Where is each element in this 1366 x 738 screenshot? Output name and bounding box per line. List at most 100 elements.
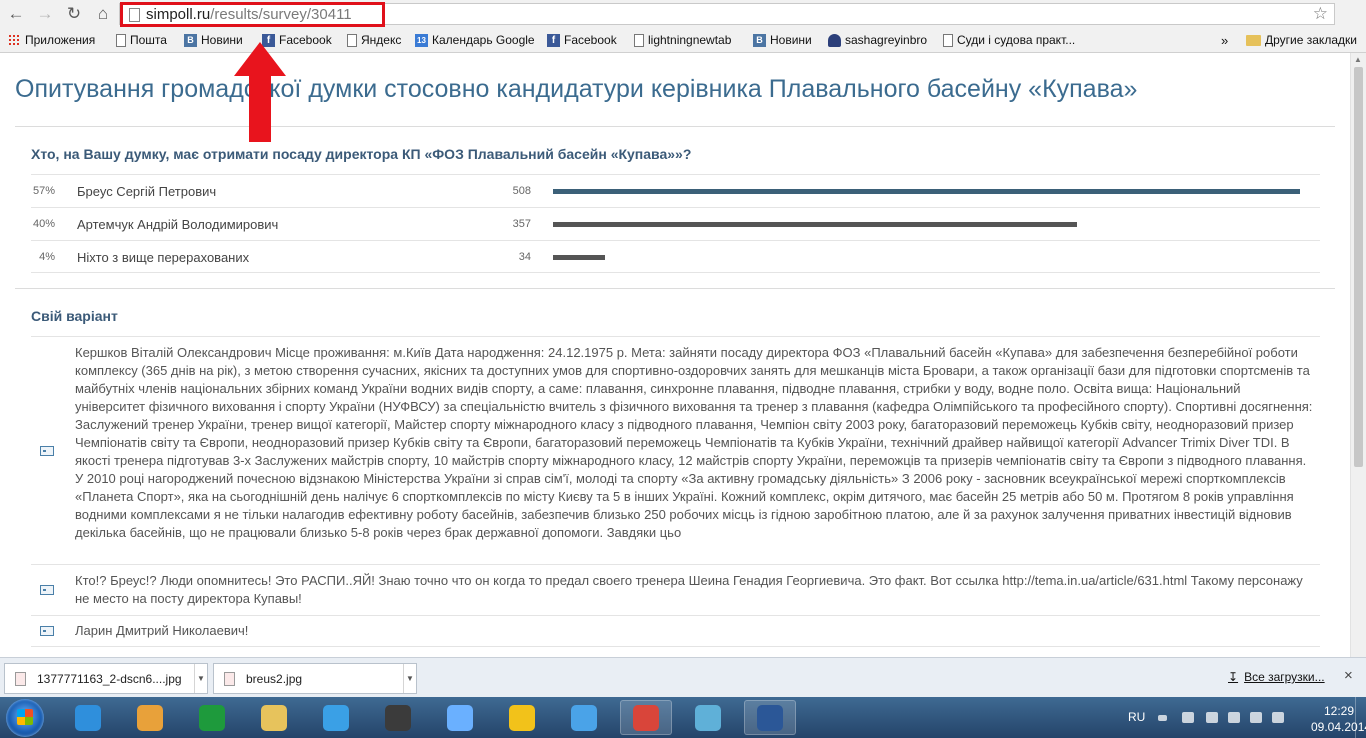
- volume-icon[interactable]: [1206, 712, 1218, 723]
- tray-display-icon[interactable]: [1182, 712, 1194, 723]
- itunes-icon: [447, 704, 473, 731]
- network-icon: [323, 704, 349, 731]
- vk-icon: B: [753, 33, 766, 47]
- answer-row: 40% Артемчук Андрій Володимирович 357: [31, 207, 1320, 240]
- file-explorer-icon: [261, 704, 287, 731]
- divider: [15, 288, 1335, 289]
- start-button[interactable]: [6, 699, 44, 737]
- page-icon: [347, 33, 357, 47]
- all-downloads-link[interactable]: ↧ Все загрузки...: [1228, 670, 1325, 684]
- facebook-icon: f: [547, 33, 560, 47]
- bookmark-item[interactable]: B Новини: [753, 33, 812, 47]
- internet-explorer-icon: [75, 704, 101, 731]
- other-bookmarks-folder[interactable]: Другие закладки: [1246, 33, 1357, 47]
- page-scrollbar[interactable]: ▲: [1350, 53, 1366, 657]
- stock-chart-app-taskbar-button[interactable]: [186, 700, 238, 735]
- media-app-taskbar-button[interactable]: [372, 700, 424, 735]
- response-text: Кто!? Бреус!? Люди опомнитесь! Это РАСПИ…: [75, 573, 1303, 606]
- answer-name: Артемчук Андрій Володимирович: [77, 217, 279, 232]
- response-item: Кершков Віталій Олександрович Місце прож…: [31, 336, 1320, 564]
- language-indicator[interactable]: RU: [1128, 710, 1145, 724]
- bookmark-item[interactable]: Яндекс: [347, 33, 401, 47]
- home-icon[interactable]: ⌂: [92, 3, 114, 25]
- internet-explorer-taskbar-button[interactable]: [62, 700, 114, 735]
- windows-logo-icon: [17, 709, 33, 725]
- media-app-icon: [385, 704, 411, 731]
- network-taskbar-button[interactable]: [310, 700, 362, 735]
- itunes-taskbar-button[interactable]: [434, 700, 486, 735]
- file-explorer-taskbar-button[interactable]: [248, 700, 300, 735]
- back-arrow-icon[interactable]: ←: [5, 3, 27, 25]
- download-shelf: 1377771163_2-dscn6....jpg ▼ breus2.jpg ▼…: [0, 657, 1366, 697]
- tray-up-arrow-icon[interactable]: [1158, 715, 1167, 721]
- chrome-taskbar-button[interactable]: [620, 700, 672, 735]
- speaker-icon[interactable]: [1272, 712, 1284, 723]
- answer-bar-track: [553, 255, 1300, 260]
- download-arrow-icon: ↧: [1228, 670, 1239, 684]
- page-icon: [129, 7, 140, 22]
- word-taskbar-button[interactable]: [744, 700, 796, 735]
- video-player-taskbar-button[interactable]: [682, 700, 734, 735]
- response-doc-icon: [40, 446, 54, 456]
- close-icon[interactable]: ×: [1344, 667, 1353, 684]
- answer-row: 4% Ніхто з вище перерахованих 34: [31, 240, 1320, 273]
- reload-icon[interactable]: ↻: [63, 3, 85, 25]
- stock-chart-app-icon: [199, 704, 225, 731]
- chevron-down-icon[interactable]: ▼: [403, 664, 416, 693]
- media-player-taskbar-button[interactable]: [124, 700, 176, 735]
- own-variant-title: Свій варіант: [31, 308, 118, 324]
- page-icon: [116, 33, 126, 47]
- divider: [15, 126, 1335, 127]
- show-desktop-button[interactable]: [1355, 697, 1366, 738]
- chevron-down-icon[interactable]: ▼: [194, 664, 207, 693]
- folder-icon: [1246, 34, 1261, 46]
- media-player-icon: [137, 704, 163, 731]
- download-item[interactable]: 1377771163_2-dscn6....jpg ▼: [4, 663, 208, 694]
- answer-bar-track: [553, 222, 1300, 227]
- bookmarks-overflow-button[interactable]: »: [1221, 33, 1228, 48]
- network-tray-icon[interactable]: [1250, 712, 1262, 723]
- scroll-up-arrow-icon[interactable]: ▲: [1354, 55, 1362, 64]
- download-item[interactable]: breus2.jpg ▼: [213, 663, 417, 694]
- word-icon: [757, 704, 783, 731]
- bookmark-item[interactable]: lightningnewtab: [634, 33, 731, 47]
- scroll-thumb[interactable]: [1354, 67, 1363, 467]
- image-file-icon: [15, 672, 26, 686]
- bookmark-item[interactable]: f Facebook: [547, 33, 617, 47]
- download-filename: 1377771163_2-dscn6....jpg: [37, 672, 182, 686]
- bookmark-item[interactable]: 13 Календарь Google: [415, 33, 535, 47]
- answer-bar: [553, 189, 1300, 194]
- bookmark-item[interactable]: Пошта: [116, 33, 167, 47]
- bookmark-star-icon[interactable]: ☆: [1313, 4, 1328, 24]
- answer-count: 508: [512, 185, 531, 197]
- response-text: Кершков Віталій Олександрович Місце прож…: [75, 345, 1313, 540]
- page-icon: [634, 33, 644, 47]
- url-highlight-box[interactable]: simpoll.ru/results/survey/30411: [120, 2, 385, 27]
- bookmark-item[interactable]: sashagreyinbro: [828, 33, 927, 47]
- page-content: Опитування громадської думки стосовно ка…: [0, 53, 1350, 657]
- answer-row: 57% Бреус Сергій Петрович 508: [31, 174, 1320, 207]
- download-filename: breus2.jpg: [246, 672, 303, 686]
- vlc-app-taskbar-button[interactable]: [496, 700, 548, 735]
- url-path: /results/survey/30411: [210, 6, 352, 23]
- vlc-app-icon: [509, 704, 535, 731]
- answer-bar: [553, 222, 1078, 227]
- answer-name: Бреус Сергій Петрович: [77, 184, 217, 199]
- video-player-icon: [695, 704, 721, 731]
- answer-percent: 4%: [39, 251, 55, 263]
- browser-toolbar: ← → ↻ ⌂ simpoll.ru/results/survey/30411 …: [0, 0, 1366, 29]
- bookmark-apps[interactable]: Приложения: [8, 33, 95, 47]
- photo-viewer-taskbar-button[interactable]: [558, 700, 610, 735]
- page-icon: [943, 33, 953, 47]
- response-doc-icon: [40, 626, 54, 636]
- bookmark-item[interactable]: Суди і судова практ...: [943, 33, 1075, 47]
- forward-arrow-icon[interactable]: →: [34, 3, 56, 25]
- response-item: Кто!? Бреус!? Люди опомнитесь! Это РАСПИ…: [31, 564, 1320, 615]
- response-item: Ларин Дмитрий Николаевич!: [31, 615, 1320, 647]
- apps-grid-icon: [8, 33, 21, 47]
- address-bar[interactable]: simpoll.ru/results/survey/30411 ☆: [119, 2, 1335, 27]
- bookmarks-bar: Приложения Пошта B Новини f Facebook Яндек…: [0, 29, 1366, 53]
- flag-icon[interactable]: [1228, 712, 1240, 723]
- response-doc-icon: [40, 585, 54, 595]
- answer-bar: [553, 255, 606, 260]
